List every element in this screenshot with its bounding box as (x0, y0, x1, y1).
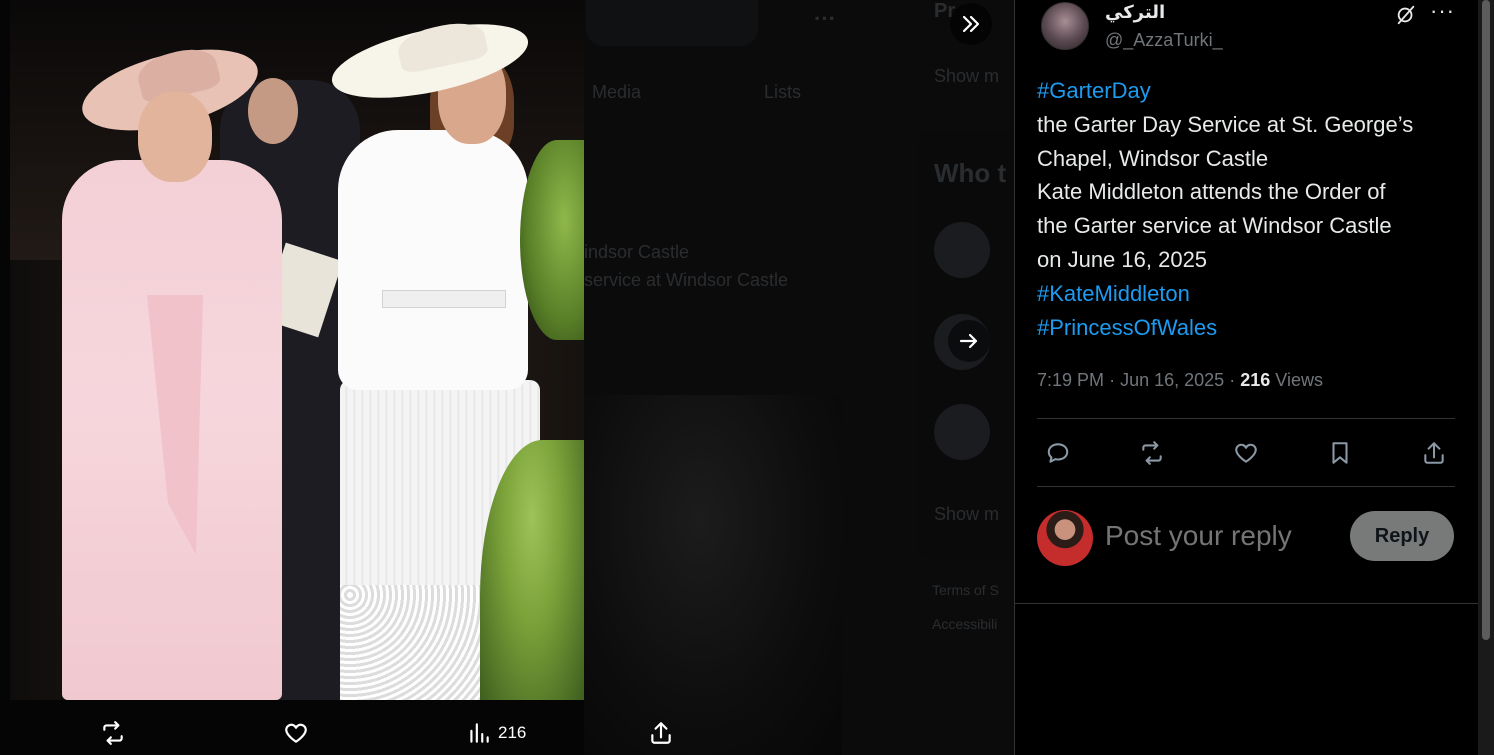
background-accessibility: Accessibili (932, 616, 998, 632)
tweet-text-line: Chapel, Windsor Castle (1037, 145, 1269, 171)
tweet-action-bar (1037, 432, 1455, 474)
tweet-date[interactable]: Jun 16, 2025 (1120, 370, 1224, 390)
background-more-icon: ··· (814, 6, 836, 31)
scrollbar-thumb[interactable] (1482, 0, 1490, 640)
background-photo (584, 395, 842, 755)
repost-icon (103, 720, 123, 745)
tweet-panel: التركي @_AzzaTurki_ ··· #GarterDay the G… (1014, 0, 1479, 755)
tweet-text-line: Kate Middleton attends the Order of (1037, 179, 1386, 205)
media-views-button[interactable]: 216 (466, 710, 526, 755)
media-share-button[interactable] (648, 710, 674, 755)
grok-icon (1397, 5, 1415, 25)
background-tab-media: Media (592, 82, 642, 102)
tweet-text-line: the Garter service at Windsor Castle (1037, 213, 1392, 239)
analytics-icon (470, 722, 489, 743)
hashtag-link[interactable]: #GarterDay (1037, 74, 1467, 108)
grok-button[interactable] (1395, 4, 1417, 26)
heart-icon (285, 723, 307, 743)
bookmark-icon (1332, 442, 1348, 464)
scrollbar[interactable] (1478, 0, 1494, 755)
reply-button[interactable] (1045, 440, 1071, 466)
background-show-more: Show m (934, 66, 1000, 86)
more-options-icon[interactable]: ··· (1430, 0, 1454, 24)
double-chevron-right-icon (962, 15, 980, 33)
share-icon (651, 721, 671, 744)
media-views-count: 216 (498, 722, 527, 742)
background-show-more: Show m (934, 504, 1000, 524)
divider (1037, 418, 1455, 419)
author-handle[interactable]: @_AzzaTurki_ (1105, 30, 1223, 51)
media-viewer: ··· Media Lists indsor Castle service at… (0, 0, 1014, 755)
hashtag-link[interactable]: #KateMiddleton (1037, 277, 1467, 311)
tweet-text: #GarterDay the Garter Day Service at St.… (1037, 74, 1467, 344)
reply-submit-button[interactable]: Reply (1350, 511, 1454, 561)
background-text-line: service at Windsor Castle (584, 270, 789, 290)
collapse-panel-button[interactable] (950, 3, 992, 45)
reply-icon (1047, 443, 1069, 463)
tweet-time[interactable]: 7:19 PM (1037, 370, 1104, 390)
heart-icon (1235, 443, 1257, 463)
repost-icon (1142, 441, 1162, 465)
background-tab-lists: Lists (764, 82, 802, 102)
user-avatar[interactable] (1037, 510, 1093, 566)
arrow-right-icon (959, 333, 978, 349)
divider (1015, 603, 1479, 604)
background-search-card (586, 0, 758, 46)
media-action-bar: 216 (0, 710, 1014, 755)
background-who-to-follow: Who t (934, 158, 1007, 188)
author-avatar[interactable] (1041, 2, 1089, 50)
media-repost-button[interactable] (100, 710, 126, 755)
meta-separator: · (1109, 370, 1116, 390)
background-avatar (934, 404, 990, 460)
tweet-meta: 7:19 PM · Jun 16, 2025 · 216 Views (1037, 370, 1323, 391)
background-terms: Terms of S (932, 582, 999, 598)
author-name[interactable]: التركي (1105, 2, 1165, 23)
share-button[interactable] (1421, 440, 1447, 466)
repost-button[interactable] (1139, 440, 1165, 466)
hashtag-link[interactable]: #PrincessOfWales (1037, 311, 1467, 345)
meta-separator: · (1229, 370, 1236, 390)
background-text-line: indsor Castle (584, 242, 690, 262)
views-count: 216 (1240, 370, 1271, 390)
next-image-button[interactable] (948, 320, 990, 362)
divider (1037, 486, 1455, 487)
reply-input[interactable] (1105, 516, 1335, 556)
share-icon (1424, 442, 1444, 464)
bookmark-button[interactable] (1327, 440, 1353, 466)
background-avatar (934, 222, 990, 278)
media-like-button[interactable] (283, 710, 309, 755)
tweet-photo[interactable] (10, 0, 584, 700)
tweet-text-line: on June 16, 2025 (1037, 246, 1208, 272)
tweet-text-line: the Garter Day Service at St. George’s (1037, 111, 1414, 137)
views-label: Views (1275, 370, 1323, 390)
like-button[interactable] (1233, 440, 1259, 466)
